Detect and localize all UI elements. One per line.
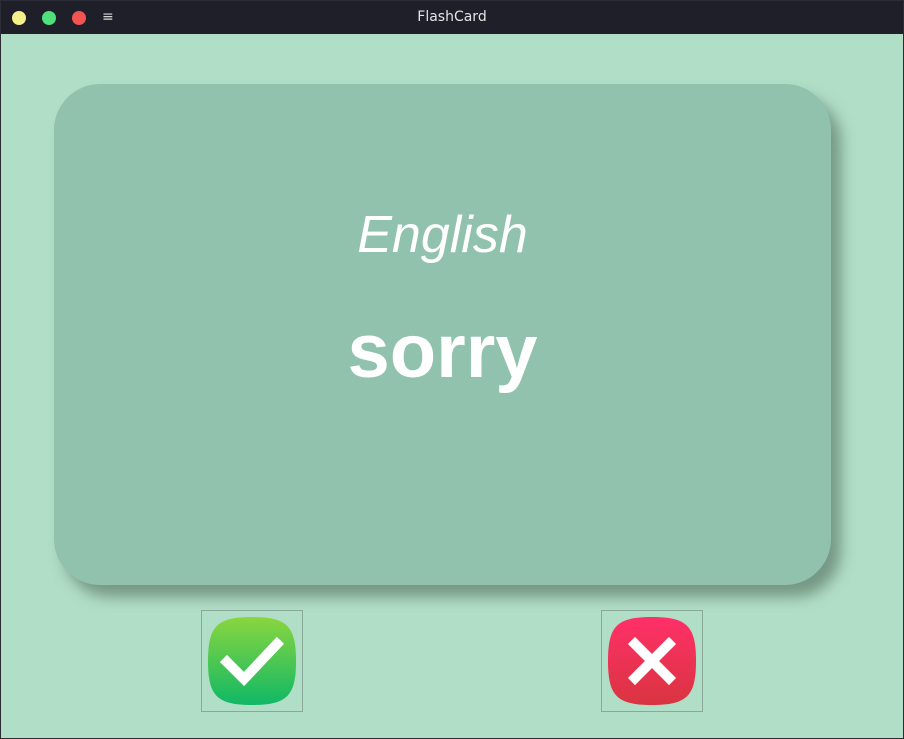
right-answer-button[interactable] xyxy=(201,610,303,712)
window-title: FlashCard xyxy=(417,9,487,25)
wrong-answer-button[interactable] xyxy=(601,610,703,712)
flash-card: English sorry xyxy=(54,84,831,585)
card-language-label: English xyxy=(357,206,528,264)
app-window: ≡ FlashCard English sorry xyxy=(0,0,904,739)
main-content: English sorry xyxy=(1,34,903,738)
checkmark-icon xyxy=(208,617,296,705)
cross-icon xyxy=(608,617,696,705)
card-word: sorry xyxy=(347,309,538,394)
title-bar: ≡ FlashCard xyxy=(1,1,903,34)
